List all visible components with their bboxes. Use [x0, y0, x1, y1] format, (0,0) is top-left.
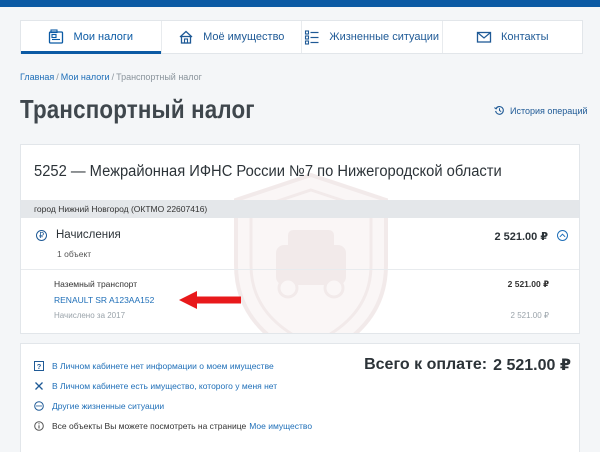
transport-type-label: Наземный транспорт: [54, 279, 138, 289]
link-other-situations-label: Другие жизненные ситуации: [52, 401, 165, 411]
nav-life-situations-label: Жизненные ситуации: [329, 31, 440, 43]
total-to-pay-label: Всего к оплате:: [364, 356, 488, 373]
all-objects-note: Все объекты Вы можете посмотреть на стра…: [34, 416, 312, 436]
accrued-amount: 2 521.00 ₽: [510, 311, 549, 320]
nav-my-property-label: Моё имущество: [203, 31, 285, 43]
link-property-not-mine[interactable]: В Личном кабинете есть имущество, которо…: [34, 376, 312, 396]
breadcrumb-home-link[interactable]: Главная: [20, 72, 54, 82]
vehicle-link[interactable]: RENAULT SR A123AA152: [54, 295, 154, 305]
charges-total: 2 521.00 ₽: [494, 231, 548, 243]
transport-amount: 2 521.00 ₽: [507, 279, 549, 289]
my-property-link[interactable]: Мое имущество: [249, 421, 312, 431]
charges-object-count: 1 объект: [57, 249, 92, 259]
breadcrumb-my-taxes-link[interactable]: Мои налоги: [61, 72, 110, 82]
question-icon: ?: [34, 361, 44, 371]
ruble-circle-icon: ₽: [36, 229, 47, 241]
info-icon: [34, 421, 44, 431]
red-arrow-annotation-icon: [179, 291, 241, 309]
checklist-icon: [304, 29, 320, 45]
link-no-property-info[interactable]: ? В Личном кабинете нет информации о мое…: [34, 356, 312, 376]
page-title: Транспортный налог: [20, 94, 255, 124]
accrued-period-label: Начислено за 2017: [54, 311, 126, 320]
collapse-button[interactable]: [557, 230, 568, 241]
help-summary-panel: ? В Личном кабинете нет информации о мое…: [20, 343, 580, 452]
divider: [21, 269, 579, 270]
nav-my-property[interactable]: Моё имущество: [162, 21, 302, 53]
all-objects-note-text: Все объекты Вы можете посмотреть на стра…: [52, 421, 247, 431]
x-icon: [34, 381, 44, 391]
nav-my-taxes-label: Мои налоги: [73, 31, 134, 43]
chevron-up-icon: [559, 233, 566, 238]
history-link[interactable]: История операций: [494, 105, 588, 116]
house-icon: [178, 29, 194, 45]
main-nav: Мои налоги Моё имущество Жизненные ситуа…: [20, 20, 583, 54]
breadcrumb-current: Транспортный налог: [116, 72, 202, 82]
wallet-icon: [48, 29, 64, 45]
nav-contacts-label: Контакты: [500, 31, 549, 43]
nav-contacts[interactable]: Контакты: [443, 21, 583, 53]
city-oktmo-bar: город Нижний Новгород (ОКТМО 22607416): [21, 200, 579, 218]
link-property-not-mine-label: В Личном кабинете есть имущество, которо…: [52, 381, 278, 391]
history-clock-icon: [494, 105, 505, 116]
tax-office-card: 5252 — Межрайонная ИФНС России №7 по Ниж…: [20, 144, 580, 334]
link-no-property-info-label: В Личном кабинете нет информации о моем …: [52, 361, 274, 371]
nav-life-situations[interactable]: Жизненные ситуации: [302, 21, 443, 53]
top-brand-bar: [0, 0, 600, 7]
history-link-label: История операций: [510, 105, 588, 116]
nav-my-taxes[interactable]: Мои налоги: [21, 21, 162, 54]
envelope-icon: [476, 29, 492, 45]
svg-text:?: ?: [37, 362, 42, 371]
help-links: ? В Личном кабинете нет информации о мое…: [34, 356, 312, 436]
tax-office-title: 5252 — Межрайонная ИФНС России №7 по Ниж…: [34, 163, 502, 180]
total-to-pay-value: 2 521.00 ₽: [493, 357, 571, 374]
link-other-situations[interactable]: Другие жизненные ситуации: [34, 396, 312, 416]
breadcrumb: Главная / Мои налоги / Транспортный налог: [20, 72, 202, 82]
charges-label: Начисления: [56, 229, 121, 241]
emblem-watermark: [226, 170, 396, 333]
charges-header: ₽ Начисления: [36, 229, 121, 241]
total-to-pay: Всего к оплате: 2 521.00 ₽: [364, 355, 571, 375]
dots-icon: [34, 401, 44, 411]
